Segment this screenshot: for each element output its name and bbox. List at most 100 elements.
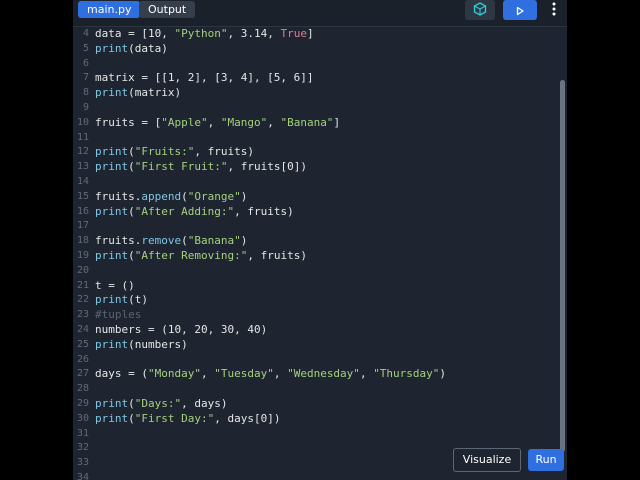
code-text: days = ("Monday", "Tuesday", "Wednesday"… [95,366,446,381]
line-number: 7 [82,72,89,84]
code-token-str: "Thursday" [373,367,440,381]
code-token-str: "After Removing:" [134,249,248,262]
code-token: fruits = [ [95,115,162,129]
run-toolbar-button[interactable] [503,0,537,20]
code-token-str: "Banana" [187,234,241,248]
code-token: ( [128,411,135,425]
line-number: 17 [76,220,89,232]
code-token: fruits. [95,234,142,248]
code-area[interactable]: 4 data = [10, "Python", 3.14, True] 5 print… [73,26,567,480]
line-number: 34 [76,472,89,480]
code-token-str: "First Fruit:" [134,160,228,174]
code-token: , [273,367,288,381]
line-number: 29 [76,398,89,409]
code-text: t = () [95,278,135,293]
line-number: 16 [76,205,89,217]
code-token-str: "Banana" [280,115,334,129]
code-token-fn: append [141,189,182,203]
code-token: , [267,115,281,129]
code-text: print("After Adding:", fruits) [95,204,294,219]
code-text: print("After Removing:", fruits) [95,248,307,263]
code-text: print(t) [95,292,148,307]
codesandbox-button[interactable] [465,0,495,20]
code-token: ] [333,115,341,129]
code-token-fn: print [95,41,129,55]
code-text: fruits.append("Orange") [95,189,247,204]
play-icon [515,1,525,20]
line-number: 10 [76,116,89,128]
code-token: (numbers) [128,337,188,351]
line-number: 12 [76,146,89,158]
code-token-str: "Python" [174,27,228,40]
code-token-str: "Apple" [161,115,208,129]
line-number: 33 [76,457,89,469]
line-number: 32 [76,442,89,454]
tab-output[interactable]: Output [139,1,196,18]
code-token: ( [128,204,135,218]
visualize-button[interactable]: Visualize [453,448,521,472]
line-number: 26 [76,353,89,365]
code-text: matrix = [[1, 2], [3, 4], [5, 6]] [95,70,314,85]
code-token-fn: print [95,337,129,351]
code-token: ( [128,145,135,159]
code-token-fn: print [95,204,129,218]
code-text: print("Days:", days) [95,396,227,411]
line-number: 25 [76,338,89,350]
line-number: 15 [76,190,89,202]
code-token-str: "After Adding:" [134,204,235,218]
line-number: 13 [76,161,89,173]
line-number: 19 [76,250,89,261]
kebab-menu-icon [552,1,556,20]
code-token: ) [240,189,248,203]
editor-scrollbar-thumb[interactable] [560,80,565,452]
line-number: 30 [76,412,89,424]
line-number: 14 [76,176,89,187]
code-token-fn: print [95,249,129,262]
code-token: , [359,367,374,381]
code-token-fn: print [95,160,129,174]
code-token-fn: print [95,145,129,159]
line-number: 24 [76,324,89,335]
code-token: , fruits) [194,145,254,159]
run-button[interactable]: Run [528,449,564,471]
code-token-kw: True [280,27,307,40]
line-number: 31 [76,427,89,439]
code-token: , days[0]) [214,411,281,425]
code-text: print(matrix) [95,85,181,100]
line-number: 22 [76,294,89,306]
code-token-fn: remove [141,234,182,248]
code-token: , fruits) [234,204,294,218]
code-text: print("Fruits:", fruits) [95,144,254,159]
code-token-str: "Days:" [134,397,182,410]
line-number: 20 [76,264,89,276]
code-token: , [207,115,221,129]
code-token: , [200,367,215,381]
code-text: print(numbers) [95,337,188,352]
code-token-fn: print [95,86,129,100]
code-editor-app: main.py Output 4 data = [10, "Python", 3… [73,0,567,480]
line-number: 8 [82,87,89,99]
line-number: 23 [76,309,89,321]
code-text: fruits.remove("Banana") [95,233,247,248]
tab-main-py[interactable]: main.py [78,1,141,18]
code-token: days = ( [95,367,148,381]
line-number: 27 [76,368,89,380]
code-text: data = [10, "Python", 3.14, True] [95,26,314,41]
more-menu-button[interactable] [547,0,561,20]
code-text: numbers = (10, 20, 30, 40) [95,322,267,337]
line-number: 18 [76,235,89,247]
code-token-str: "Monday" [147,367,201,381]
line-number: 9 [82,102,89,113]
code-text: print(data) [95,41,168,56]
code-token: ) [240,234,248,248]
code-token: ( [128,249,135,262]
line-number: 4 [82,28,89,39]
code-token-str: "Mango" [220,115,268,129]
code-token: matrix = [[1, 2], [3, 4], [5, 6]] [95,71,314,85]
code-token: t = () [95,278,135,292]
code-token: ] [306,27,314,40]
code-token-str: "Tuesday" [214,367,274,381]
code-token: ( [181,234,188,248]
code-token: , fruits) [247,249,307,262]
line-number: 5 [82,42,89,54]
